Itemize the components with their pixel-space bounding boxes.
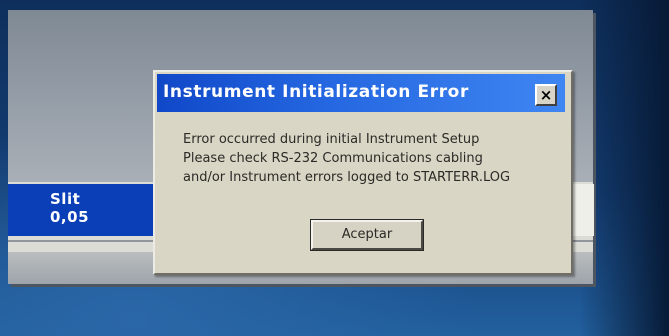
message-line: Error occurred during initial Instrument… (183, 132, 480, 147)
slit-panel: Slit 0,05 (8, 184, 158, 236)
slit-label: Slit (50, 190, 81, 208)
error-message: Error occurred during initial Instrument… (183, 130, 563, 187)
error-dialog: Instrument Initialization Error × Error … (153, 70, 573, 275)
dialog-title: Instrument Initialization Error (163, 82, 469, 102)
close-button[interactable]: × (535, 84, 557, 106)
accept-button[interactable]: Aceptar (310, 219, 424, 251)
dialog-titlebar[interactable]: Instrument Initialization Error × (157, 74, 565, 112)
status-field (571, 184, 594, 236)
slit-value: 0,05 (50, 208, 90, 226)
message-line: Please check RS-232 Communications cabli… (183, 151, 483, 166)
close-icon: × (539, 86, 553, 104)
message-line: and/or Instrument errors logged to START… (183, 170, 511, 185)
